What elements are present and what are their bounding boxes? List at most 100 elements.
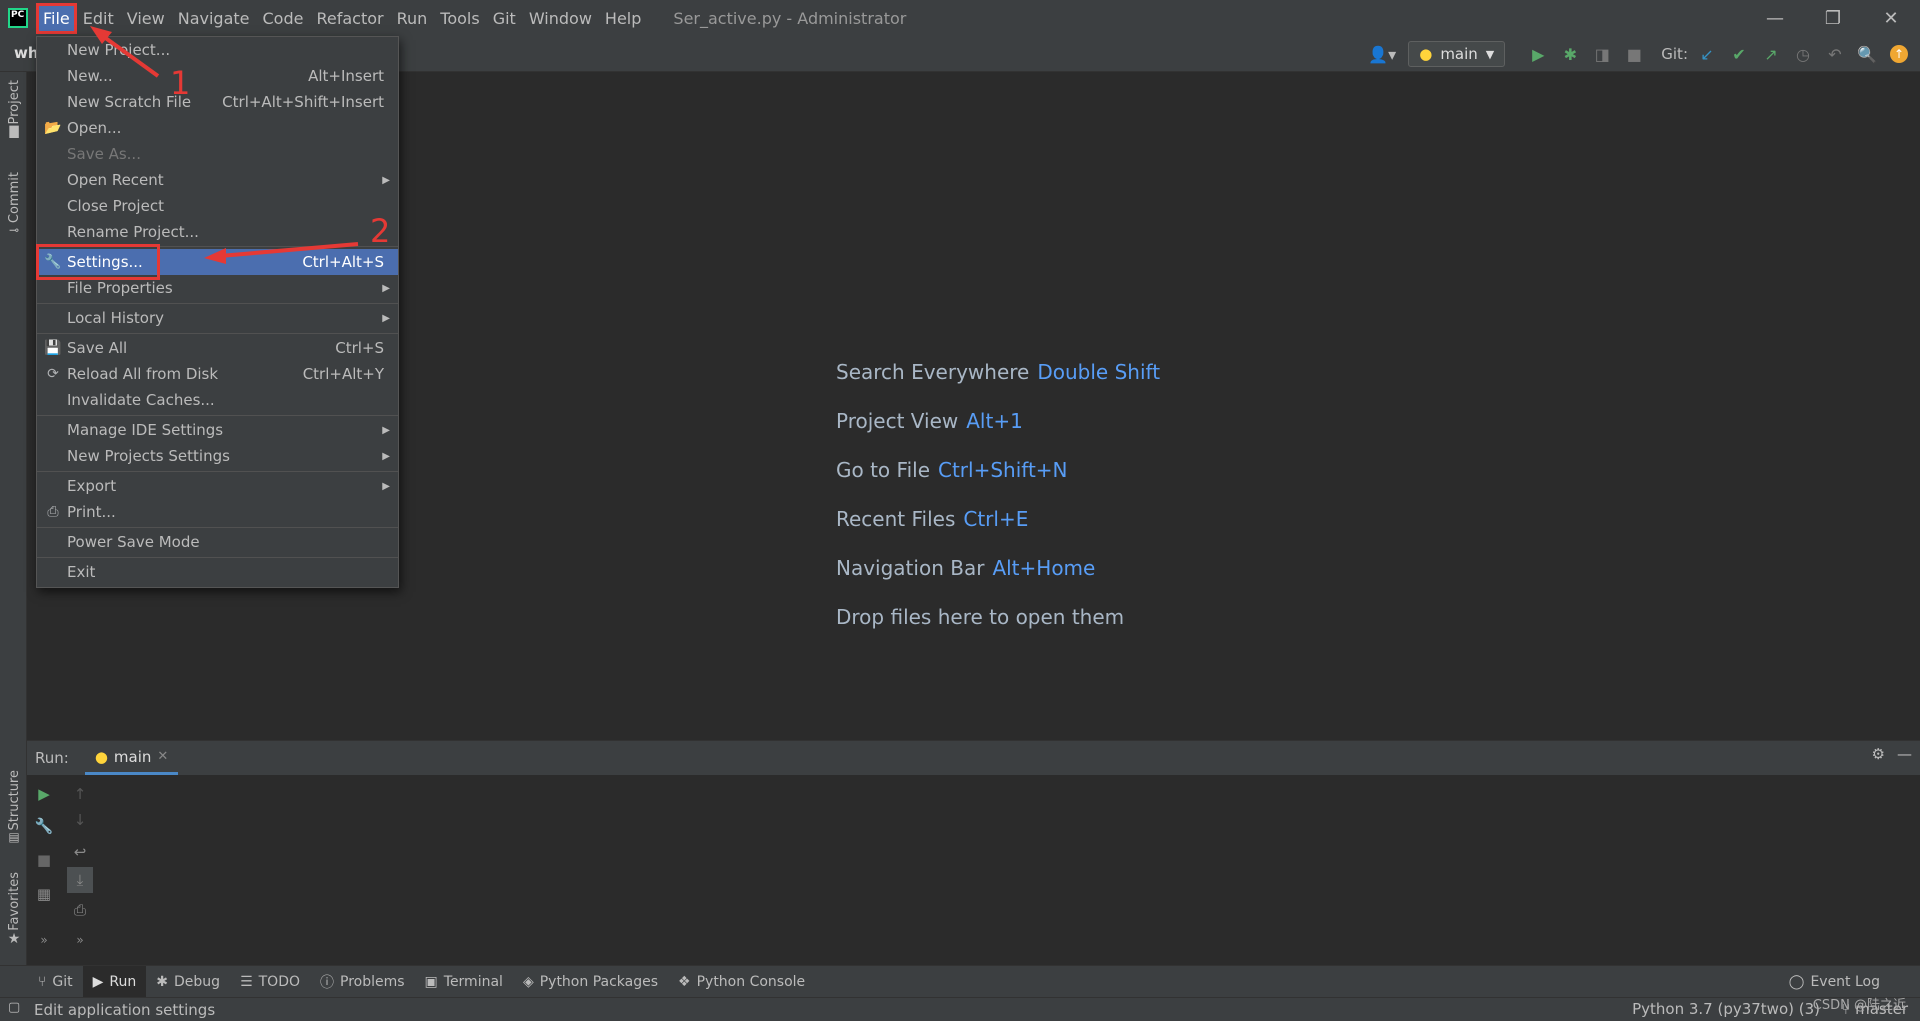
- menu-reload-all[interactable]: ⟳ Reload All from Disk Ctrl+Alt+Y: [37, 361, 398, 387]
- tab-debug[interactable]: ✱ Debug: [146, 966, 230, 998]
- print-icon[interactable]: ⎙: [67, 897, 93, 923]
- menu-bar: File Edit View Navigate Code Refactor Ru…: [36, 0, 649, 36]
- commit-tool-tab[interactable]: Commit ⊸: [3, 172, 25, 237]
- more-icon[interactable]: »: [31, 927, 57, 953]
- terminal-icon: ▣: [424, 973, 438, 990]
- tab-terminal[interactable]: ▣ Terminal: [415, 966, 513, 998]
- menu-file[interactable]: File: [36, 2, 77, 34]
- tab-python-packages[interactable]: ◈ Python Packages: [513, 966, 668, 998]
- menu-new-scratch-file[interactable]: New Scratch File Ctrl+Alt+Shift+Insert: [37, 89, 398, 115]
- menu-close-project[interactable]: Close Project: [37, 193, 398, 219]
- git-update-icon[interactable]: ↙: [1694, 41, 1720, 67]
- git-commit-icon[interactable]: ✔: [1726, 41, 1752, 67]
- git-push-icon[interactable]: ↗: [1758, 41, 1784, 67]
- menu-power-save-mode[interactable]: Power Save Mode: [37, 529, 398, 555]
- wrench-icon[interactable]: 🔧: [31, 813, 57, 839]
- search-icon[interactable]: 🔍: [1854, 41, 1880, 67]
- menu-rename-project[interactable]: Rename Project...: [37, 219, 398, 245]
- menu-git[interactable]: Git: [488, 5, 521, 32]
- menu-export[interactable]: Export ▶: [37, 473, 398, 499]
- status-message: Edit application settings: [34, 1000, 216, 1019]
- run-tab-main[interactable]: ● main ✕: [84, 741, 179, 775]
- menu-view[interactable]: View: [122, 5, 170, 32]
- arrow-down-icon[interactable]: ↓: [67, 807, 93, 833]
- run-panel-actions: ▶ 🔧 ■ ▦ » ↑ ↓ ↩ ⤓ ⎙ »: [27, 775, 97, 966]
- tab-todo[interactable]: ☰ TODO: [230, 966, 310, 998]
- restore-icon[interactable]: ❐: [1804, 0, 1862, 36]
- favorites-tool-tab[interactable]: Favorites ★: [3, 872, 25, 947]
- menu-separator: [37, 471, 398, 472]
- tab-run[interactable]: ▶ Run: [82, 965, 147, 998]
- close-icon[interactable]: ✕: [1862, 0, 1920, 36]
- layout-toggle-icon[interactable]: ▢: [8, 1000, 20, 1015]
- menu-save-all[interactable]: 💾 Save All Ctrl+S: [37, 335, 398, 361]
- menu-open-recent[interactable]: Open Recent ▶: [37, 167, 398, 193]
- tab-python-console[interactable]: ❖ Python Console: [668, 966, 815, 998]
- menu-separator: [37, 333, 398, 334]
- menu-code[interactable]: Code: [258, 5, 309, 32]
- more-icon[interactable]: »: [67, 927, 93, 953]
- menu-exit[interactable]: Exit: [37, 559, 398, 585]
- structure-tool-tab[interactable]: Structure ▤: [3, 770, 25, 844]
- user-icon[interactable]: 👤▾: [1362, 41, 1402, 67]
- status-bar: ▢ Edit application settings Python 3.7 (…: [0, 997, 1920, 1021]
- scroll-to-end-icon[interactable]: ⤓: [67, 867, 93, 893]
- tool-window-bar: ⑂ Git ▶ Run ✱ Debug ☰ TODO ⓘ Problems ▣ Termin…: [0, 965, 1920, 998]
- menu-edit[interactable]: Edit: [78, 5, 119, 32]
- menu-navigate[interactable]: Navigate: [173, 5, 255, 32]
- rerun-icon[interactable]: ▶: [31, 781, 57, 807]
- debug-icon[interactable]: ✱: [1557, 41, 1583, 67]
- menu-new-project[interactable]: New Project...: [37, 37, 398, 63]
- menu-new[interactable]: New... Alt+Insert: [37, 63, 398, 89]
- project-breadcrumb[interactable]: wh: [14, 44, 39, 62]
- submenu-arrow-icon: ▶: [382, 174, 390, 186]
- menu-refactor[interactable]: Refactor: [311, 5, 388, 32]
- menu-new-projects-settings[interactable]: New Projects Settings ▶: [37, 443, 398, 469]
- run-panel-header: Run: ● main ✕ ⚙ —: [27, 741, 1920, 775]
- tab-problems[interactable]: ⓘ Problems: [310, 966, 415, 998]
- file-menu-dropdown: New Project... New... Alt+Insert New Scra…: [36, 36, 399, 588]
- menu-open[interactable]: 📂 Open...: [37, 115, 398, 141]
- run-icon: ▶: [92, 973, 104, 990]
- menu-window[interactable]: Window: [524, 5, 597, 32]
- folder-icon: ▇: [9, 124, 19, 139]
- tab-git[interactable]: ⑂ Git: [28, 966, 83, 998]
- project-tool-tab[interactable]: Project ▇: [3, 80, 25, 138]
- menu-help[interactable]: Help: [600, 5, 646, 32]
- menu-local-history[interactable]: Local History ▶: [37, 305, 398, 331]
- branch-icon: ⑂: [38, 973, 47, 990]
- gear-icon[interactable]: ⚙: [1872, 745, 1885, 763]
- title-bar: File Edit View Navigate Code Refactor Ru…: [0, 0, 1920, 36]
- python-interpreter[interactable]: Python 3.7 (py37two) (3): [1632, 1000, 1820, 1018]
- stop-icon[interactable]: ■: [1621, 41, 1647, 67]
- run-icon[interactable]: ▶: [1525, 41, 1551, 67]
- info-icon: ⓘ: [320, 974, 334, 991]
- highlight-settings-box: [36, 244, 160, 280]
- minimize-icon[interactable]: —: [1746, 0, 1804, 36]
- menu-invalidate-caches[interactable]: Invalidate Caches...: [37, 387, 398, 413]
- stop-icon[interactable]: ■: [31, 847, 57, 873]
- hide-panel-icon[interactable]: —: [1897, 745, 1912, 763]
- pycharm-logo-icon[interactable]: [8, 8, 28, 28]
- python-icon: ●: [1419, 45, 1433, 63]
- layout-icon[interactable]: ▦: [31, 881, 57, 907]
- window-title: Ser_active.py - Administrator: [673, 8, 907, 28]
- soft-wrap-icon[interactable]: ↩: [67, 839, 93, 865]
- folder-open-icon: 📂: [44, 120, 62, 136]
- submenu-arrow-icon: ▶: [382, 450, 390, 462]
- run-with-coverage-icon[interactable]: ◨: [1589, 41, 1615, 67]
- arrow-up-icon[interactable]: ↑: [67, 781, 93, 807]
- menu-tools[interactable]: Tools: [435, 5, 484, 32]
- close-tab-icon[interactable]: ✕: [157, 749, 168, 764]
- rollback-icon[interactable]: ↶: [1822, 41, 1848, 67]
- run-configuration-selector[interactable]: ● main ▼: [1408, 41, 1506, 67]
- menu-run[interactable]: Run: [392, 5, 433, 32]
- menu-print[interactable]: ⎙ Print...: [37, 499, 398, 525]
- menu-separator: [37, 557, 398, 558]
- menu-manage-ide-settings[interactable]: Manage IDE Settings ▶: [37, 417, 398, 443]
- history-icon[interactable]: ◷: [1790, 41, 1816, 67]
- refresh-icon: ⟳: [47, 366, 59, 382]
- update-available-icon[interactable]: ↑: [1886, 41, 1912, 67]
- python-console-icon: ❖: [678, 973, 691, 990]
- submenu-arrow-icon: ▶: [382, 480, 390, 492]
